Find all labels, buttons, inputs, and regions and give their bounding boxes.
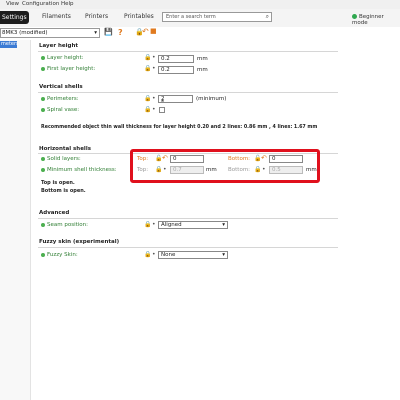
fuzzy-skin-value: None (161, 252, 176, 258)
chevron-down-icon: ▾ (222, 222, 225, 228)
status-dot-icon (41, 96, 45, 101)
search-input[interactable]: Enter a search term ⌕ (162, 12, 272, 22)
settings-panel: Layer height Layer height: 🔒 • 0.2 mm Fi… (31, 40, 400, 400)
status-dot-icon (41, 156, 45, 161)
spiral-vase-checkbox[interactable] (159, 107, 165, 113)
seam-position-select[interactable]: Aligned ▾ (158, 221, 228, 229)
divider (38, 247, 338, 248)
section-title-layer-height: Layer height (39, 43, 79, 49)
search-icon[interactable]: ⌕ (266, 13, 269, 21)
section-title-fuzzy-skin: Fuzzy skin (experimental) (39, 239, 120, 245)
layer-height-label: Layer height: (41, 55, 83, 61)
lock-icon[interactable]: 🔒 (144, 106, 151, 113)
status-dot-icon (41, 252, 45, 257)
unit-label: mm (197, 56, 208, 62)
sidebar-item-layers-and-perimeters[interactable]: meters (0, 41, 19, 48)
menu-bar: View Configuration Help (0, 0, 400, 9)
chevron-down-icon: ▾ (222, 252, 225, 258)
unit-label: mm (197, 67, 208, 73)
status-dot-icon (41, 222, 45, 227)
status-dot-icon (41, 66, 45, 71)
top-open-note: Top is open. (41, 180, 75, 186)
min-shell-thickness-label: Minimum shell thickness: (41, 167, 117, 173)
tab-printers[interactable]: Printers (85, 13, 108, 20)
menu-configuration[interactable]: Configuration (22, 1, 59, 7)
divider (38, 218, 338, 219)
highlight-box (130, 149, 320, 183)
save-preset-icon[interactable]: 💾 (104, 28, 113, 36)
layer-height-input[interactable]: 0.2 (158, 55, 194, 63)
chevron-down-icon: ▾ (94, 30, 97, 36)
bullet-icon: • (152, 95, 156, 102)
search-placeholder: Enter a search term (166, 14, 216, 20)
perimeters-unit: (minimum) (196, 96, 227, 102)
bullet-icon: • (152, 65, 156, 72)
perimeters-label: Perimeters: (41, 96, 79, 102)
section-title-horizontal-shells: Horizontal shells (39, 146, 91, 152)
fuzzy-skin-label: Fuzzy Skin: (41, 252, 78, 258)
spiral-vase-label: Spiral vase: (41, 107, 79, 113)
status-dot-icon (41, 107, 45, 112)
status-dot-icon (41, 55, 45, 60)
bullet-icon: • (152, 221, 156, 228)
divider (38, 92, 338, 93)
bottom-open-note: Bottom is open. (41, 188, 86, 194)
mode-status-icon (352, 14, 357, 19)
divider (38, 51, 338, 52)
preset-row: 8MK3 (modified) ▾ 💾 ? 🔒 ↶ ■ (0, 27, 400, 40)
preset-select[interactable]: 8MK3 (modified) ▾ (0, 28, 100, 38)
seam-position-label: Seam position: (41, 222, 88, 228)
tab-print-settings[interactable]: Settings (0, 11, 29, 24)
section-title-vertical-shells: Vertical shells (39, 84, 83, 90)
tab-filaments[interactable]: Filaments (42, 13, 71, 20)
thin-wall-note: Recommended object thin wall thickness f… (41, 125, 318, 130)
status-dot-icon (41, 167, 45, 172)
tab-printables[interactable]: Printables (124, 13, 154, 20)
mode-indicator[interactable]: Beginner mode (352, 14, 400, 26)
spinner-icon[interactable]: ▲ (161, 97, 164, 102)
preset-modified-icon: ■ (150, 27, 157, 35)
bullet-icon: • (152, 251, 156, 258)
seam-position-value: Aligned (161, 222, 182, 228)
menu-help[interactable]: Help (61, 1, 74, 7)
lock-icon[interactable]: 🔒 (144, 95, 151, 102)
first-layer-height-input[interactable]: 0.2 (158, 66, 194, 74)
bullet-icon: • (152, 54, 156, 61)
help-icon[interactable]: ? (118, 28, 123, 37)
undo-icon[interactable]: ↶ (142, 27, 149, 36)
lock-icon[interactable]: 🔒 (144, 221, 151, 228)
preset-value: 8MK3 (modified) (2, 30, 48, 36)
lock-icon[interactable]: 🔒 (144, 54, 151, 61)
menu-view[interactable]: View (6, 1, 19, 7)
lock-icon[interactable]: 🔒 (144, 251, 151, 258)
fuzzy-skin-select[interactable]: None ▾ (158, 251, 228, 259)
sidebar: meters (0, 40, 31, 400)
first-layer-height-label: First layer height: (41, 66, 95, 72)
section-title-advanced: Advanced (39, 210, 70, 216)
bullet-icon: • (152, 106, 156, 113)
lock-icon[interactable]: 🔒 (144, 65, 151, 72)
solid-layers-label: Solid layers: (41, 156, 81, 162)
